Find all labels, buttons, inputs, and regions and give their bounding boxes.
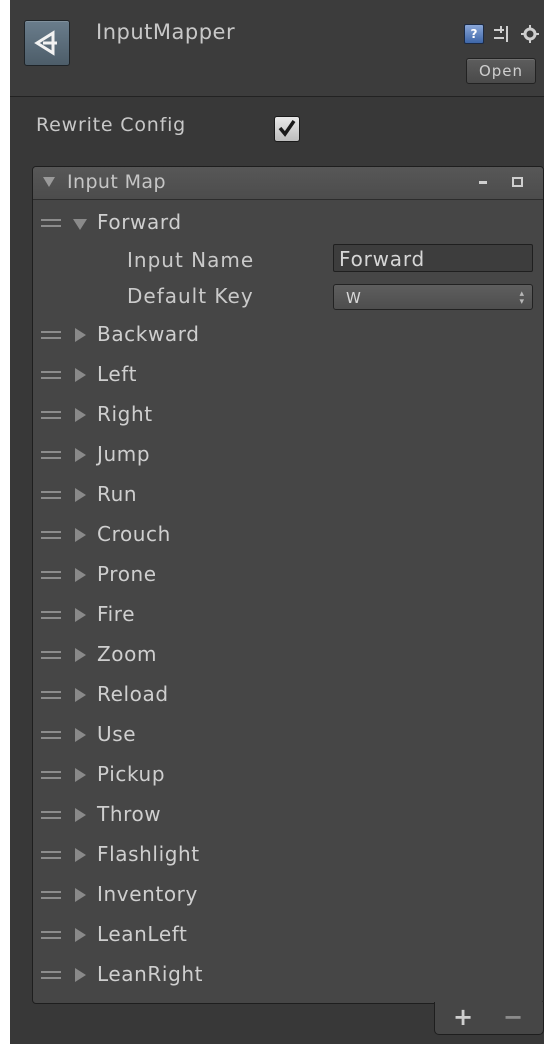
add-item-button[interactable]: + [453,1003,473,1031]
list-item[interactable]: Fire [33,595,543,635]
default-key-select[interactable]: W ▴ ▾ [333,284,533,310]
foldout-closed-icon[interactable] [75,888,86,902]
drag-handle-icon[interactable] [41,691,61,699]
list-item[interactable]: LeanLeft [33,915,543,955]
list-item-label: Jump [97,442,151,466]
foldout-closed-icon[interactable] [75,848,86,862]
list-item-label: Right [97,402,153,426]
header-icons: ? [464,24,540,44]
drag-handle-icon[interactable] [41,411,61,419]
minimize-icon[interactable] [479,181,487,184]
list-item-label: Left [97,362,138,386]
foldout-closed-icon[interactable] [75,968,86,982]
foldout-closed-icon[interactable] [75,568,86,582]
list-item-label: Use [97,722,137,746]
foldout-closed-icon[interactable] [75,928,86,942]
list-item-label: LeanLeft [97,922,188,946]
drag-handle-icon[interactable] [41,931,61,939]
list-item-label: Run [97,482,138,506]
rewrite-config-checkbox[interactable] [274,116,300,142]
maximize-icon[interactable] [512,177,523,187]
drag-handle-icon[interactable] [41,331,61,339]
list-item[interactable]: Jump [33,435,543,475]
list-item[interactable]: Reload [33,675,543,715]
drag-handle-icon[interactable] [41,571,61,579]
default-key-value: W [346,289,361,307]
list-item-label: Reload [97,682,169,706]
list-item[interactable]: Throw [33,795,543,835]
list-item[interactable]: Run [33,475,543,515]
list-item-label: Throw [97,802,162,826]
unity-logo-icon [24,20,70,66]
checkmark-icon [278,120,296,137]
component-header: InputMapper ? Open [10,0,544,97]
foldout-closed-icon[interactable] [75,368,86,382]
list-item[interactable]: Forward [33,203,543,243]
preset-icon[interactable] [492,25,512,43]
foldout-open-icon[interactable] [43,177,55,187]
list-item-label: Pickup [97,762,166,786]
foldout-closed-icon[interactable] [75,448,86,462]
foldout-closed-icon[interactable] [75,328,86,342]
drag-handle-icon[interactable] [41,651,61,659]
foldout-closed-icon[interactable] [75,488,86,502]
input-name-label: Input Name [127,248,255,272]
foldout-closed-icon[interactable] [75,528,86,542]
list-item-label: Backward [97,322,200,346]
foldout-closed-icon[interactable] [75,688,86,702]
list-item-label: Crouch [97,522,171,546]
select-arrows-icon: ▴ ▾ [519,289,524,307]
list-item[interactable]: Backward [33,315,543,355]
input-name-field[interactable]: Forward [333,244,533,272]
foldout-open-icon[interactable] [73,219,87,230]
input-map-title: Input Map [67,171,166,193]
default-key-label: Default Key [127,284,254,308]
drag-handle-icon[interactable] [41,811,61,819]
drag-handle-icon[interactable] [41,371,61,379]
input-map-list: Input Map Forward Input Name Forward Def… [32,166,544,1004]
list-item[interactable]: Prone [33,555,543,595]
list-item[interactable]: Inventory [33,875,543,915]
open-button[interactable]: Open [466,58,536,84]
drag-handle-icon[interactable] [41,851,61,859]
list-item[interactable]: Crouch [33,515,543,555]
drag-handle-icon[interactable] [41,219,61,227]
foldout-closed-icon[interactable] [75,768,86,782]
list-item-label: Inventory [97,882,198,906]
component-title: InputMapper [96,20,236,44]
list-item-label: Zoom [97,642,158,666]
foldout-closed-icon[interactable] [75,648,86,662]
list-item[interactable]: Zoom [33,635,543,675]
help-icon[interactable]: ? [464,24,484,44]
foldout-closed-icon[interactable] [75,608,86,622]
drag-handle-icon[interactable] [41,971,61,979]
remove-item-button[interactable]: − [503,1003,523,1031]
drag-handle-icon[interactable] [41,731,61,739]
list-item[interactable]: LeanRight [33,955,543,995]
gear-icon[interactable] [520,24,540,44]
drag-handle-icon[interactable] [41,771,61,779]
list-footer: + − [434,1002,544,1035]
drag-handle-icon[interactable] [41,891,61,899]
input-map-header[interactable]: Input Map [33,167,543,200]
list-item[interactable]: Right [33,395,543,435]
list-item[interactable]: Left [33,355,543,395]
list-item[interactable]: Use [33,715,543,755]
list-item-label: Forward [97,210,182,234]
drag-handle-icon[interactable] [41,611,61,619]
drag-handle-icon[interactable] [41,491,61,499]
drag-handle-icon[interactable] [41,531,61,539]
foldout-closed-icon[interactable] [75,408,86,422]
foldout-closed-icon[interactable] [75,808,86,822]
list-item[interactable]: Flashlight [33,835,543,875]
list-item-label: Prone [97,562,157,586]
inspector-panel: InputMapper ? Open Rewrite Config Input … [10,0,544,1044]
list-item-label: Fire [97,602,136,626]
foldout-closed-icon[interactable] [75,728,86,742]
list-item-label: LeanRight [97,962,204,986]
list-item[interactable]: Pickup [33,755,543,795]
rewrite-config-label: Rewrite Config [36,114,187,136]
list-item-label: Flashlight [97,842,200,866]
drag-handle-icon[interactable] [41,451,61,459]
